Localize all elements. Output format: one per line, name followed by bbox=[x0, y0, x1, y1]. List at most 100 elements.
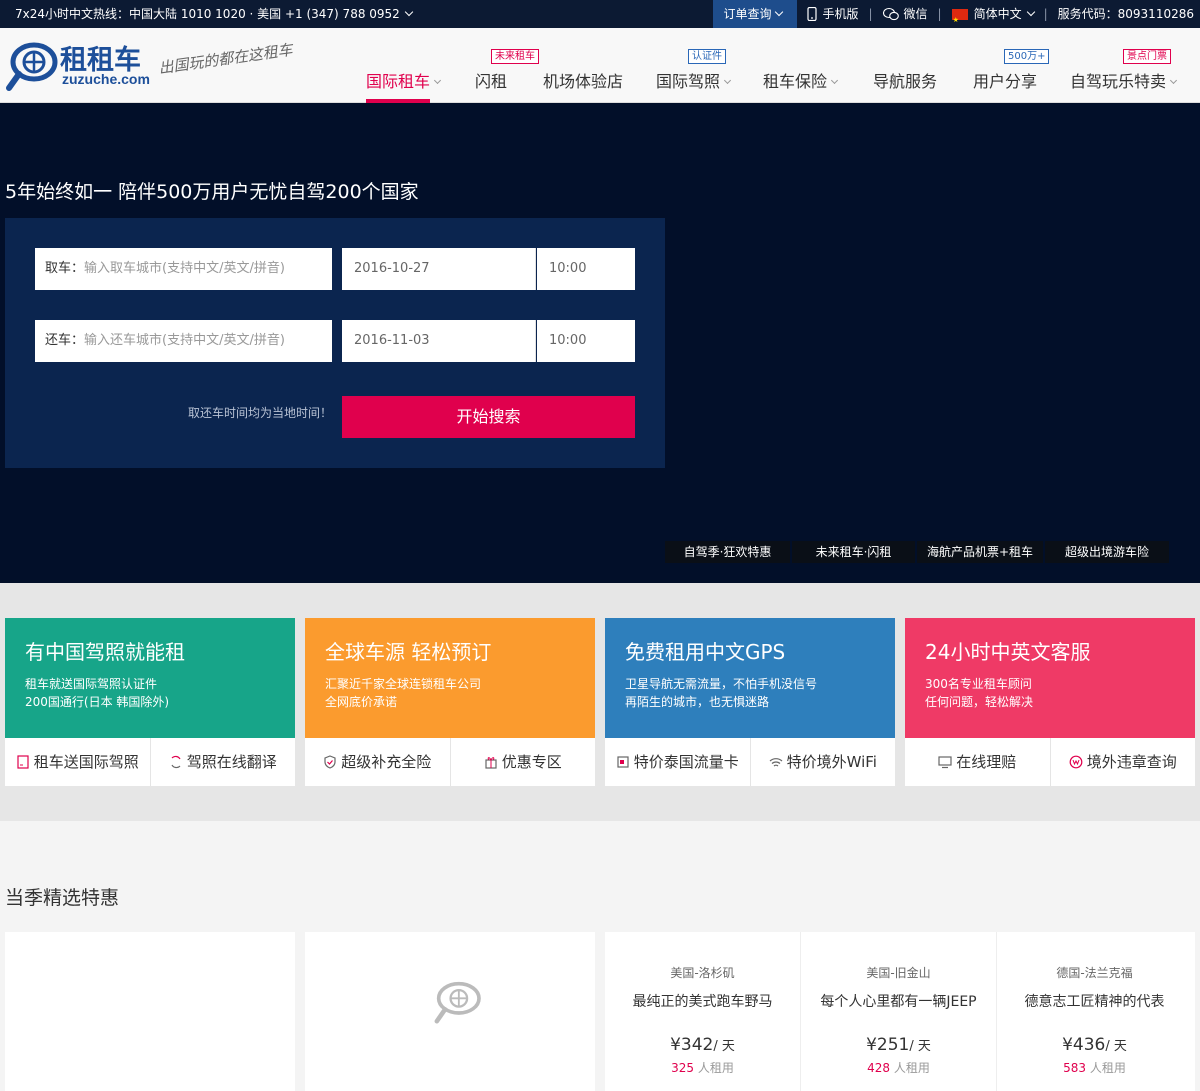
feature-link-wifi[interactable]: 特价境外WiFi bbox=[751, 738, 896, 786]
deal-price-unit: / 天 bbox=[1105, 1039, 1127, 1054]
chevron-down-icon bbox=[433, 76, 442, 85]
return-date-input[interactable]: 2016-11-03 bbox=[342, 320, 536, 362]
hero-slogan: 5年始终如一 陪伴500万用户无忧自驾200个国家 bbox=[5, 181, 419, 203]
nav-user-share[interactable]: 用户分享 bbox=[973, 68, 1037, 92]
nav-tag-future: 未来租车 bbox=[491, 49, 539, 64]
wechat-link[interactable]: 微信 bbox=[873, 0, 938, 28]
pickup-label: 取车： bbox=[45, 261, 85, 276]
nav-rental-insurance[interactable]: 租车保险 bbox=[763, 68, 839, 92]
deal-count-value: 428 bbox=[867, 1061, 891, 1075]
deal-price-value: ¥251 bbox=[866, 1035, 910, 1055]
hotline-dropdown[interactable]: 7x24小时中文热线：中国大陆 1010 1020 · 美国 +1 (347) … bbox=[15, 0, 414, 28]
nav-flash-rental[interactable]: 闪租 bbox=[475, 68, 507, 92]
feature-card-header[interactable]: 免费租用中文GPS 卫星导航无需流量，不怕手机没信号 再陌生的城市，也无惧迷路 bbox=[605, 618, 895, 738]
feature-link-claims[interactable]: 在线理赔 bbox=[905, 738, 1051, 786]
feature-link-label: 租车送国际驾照 bbox=[33, 753, 139, 771]
pickup-city-input[interactable]: 取车：输入取车城市(支持中文/英文/拼音) bbox=[35, 248, 332, 290]
deal-count-suffix: 人租用 bbox=[1086, 1061, 1126, 1075]
nav-airport-store[interactable]: 机场体验店 bbox=[543, 68, 623, 92]
feature-card-header[interactable]: 有中国驾照就能租 租车就送国际驾照认证件 200国通行(日本 韩国除外) bbox=[5, 618, 295, 738]
search-button[interactable]: 开始搜索 bbox=[342, 396, 635, 438]
nav-label: 租车保险 bbox=[763, 72, 828, 91]
feature-link-sim[interactable]: 特价泰国流量卡 bbox=[605, 738, 751, 786]
return-label: 还车： bbox=[45, 333, 85, 348]
pickup-date-value: 2016-10-27 bbox=[354, 261, 430, 276]
wifi-icon bbox=[769, 758, 782, 767]
site-logo[interactable]: 租租车 zuzuche.com 出国玩的都在这租车 bbox=[5, 38, 310, 98]
nav-international-license[interactable]: 国际驾照 bbox=[656, 68, 732, 92]
pickup-time-select[interactable]: 10:00 bbox=[537, 248, 635, 290]
promo-link-insurance[interactable]: 超级出境游车险 bbox=[1045, 541, 1169, 563]
logo-wheel-icon bbox=[6, 42, 58, 91]
nav-international-rental[interactable]: 国际租车 bbox=[366, 68, 442, 92]
feature-desc: 卫星导航无需流量，不怕手机没信号 bbox=[625, 677, 818, 691]
feature-link-label: 驾照在线翻译 bbox=[186, 753, 277, 771]
deal-banner-placeholder[interactable] bbox=[5, 932, 295, 1091]
feature-link-label: 境外违章查询 bbox=[1086, 753, 1177, 771]
deal-count: 428 人租用 bbox=[801, 1059, 996, 1076]
deal-count-suffix: 人租用 bbox=[694, 1061, 734, 1075]
nav-self-drive-deals[interactable]: 自驾玩乐特卖 bbox=[1070, 68, 1178, 92]
deal-price: ¥342/ 天 bbox=[605, 1035, 800, 1055]
wechat-icon bbox=[882, 7, 899, 21]
return-city-input[interactable]: 还车：输入还车城市(支持中文/英文/拼音) bbox=[35, 320, 332, 362]
pickup-date-input[interactable]: 2016-10-27 bbox=[342, 248, 536, 290]
deal-location: 美国-旧金山 bbox=[866, 966, 931, 980]
deal-title: 每个人心里都有一辆JEEP bbox=[820, 994, 977, 1010]
promo-link-self-drive[interactable]: 自驾季·狂欢特惠 bbox=[665, 541, 790, 563]
gift-icon bbox=[485, 757, 497, 769]
feature-link-violation[interactable]: 境外违章查询 bbox=[1051, 738, 1196, 786]
deal-card-san-francisco[interactable]: 美国-旧金山 每个人心里都有一辆JEEP ¥251/ 天 428 人租用 bbox=[801, 932, 996, 1091]
feature-link-label: 超级补充全险 bbox=[341, 753, 432, 771]
hero-banner: 5年始终如一 陪伴500万用户无忧自驾200个国家 取车：输入取车城市(支持中文… bbox=[0, 103, 1200, 583]
nav-navigation-service[interactable]: 导航服务 bbox=[873, 68, 937, 92]
deal-card-los-angeles[interactable]: 美国-洛杉矶 最纯正的美式跑车野马 ¥342/ 天 325 人租用 bbox=[605, 932, 800, 1091]
deal-location: 美国-洛杉矶 bbox=[670, 966, 735, 980]
chevron-down-icon bbox=[404, 7, 414, 17]
promo-link-hna[interactable]: 海航产品机票+租车 bbox=[917, 541, 1043, 563]
deal-count: 583 人租用 bbox=[997, 1059, 1192, 1076]
feature-link-label: 特价泰国流量卡 bbox=[633, 753, 739, 771]
language-select[interactable]: 简体中文 bbox=[942, 0, 1044, 34]
wechat-label: 微信 bbox=[903, 7, 928, 21]
feature-card-header[interactable]: 24小时中英文客服 300名专业租车顾问 任何问题，轻松解决 bbox=[905, 618, 1195, 738]
service-code: 服务代码：8093110286 bbox=[1048, 0, 1200, 28]
promo-links: 自驾季·狂欢特惠 未来租车·闪租 海航产品机票+租车 超级出境游车险 bbox=[665, 541, 1171, 563]
chevron-down-icon bbox=[1169, 76, 1178, 85]
feature-link-discount[interactable]: 优惠专区 bbox=[451, 738, 596, 786]
feature-title: 免费租用中文GPS bbox=[625, 640, 786, 664]
mobile-link[interactable]: 手机版 bbox=[797, 0, 868, 28]
section-title: 当季精选特惠 bbox=[5, 887, 120, 909]
return-time-select[interactable]: 10:00 bbox=[537, 320, 635, 362]
deal-card-frankfurt[interactable]: 德国-法兰克福 德意志工匠精神的代表 ¥436/ 天 583 人租用 bbox=[997, 932, 1192, 1091]
local-time-note: 取还车时间均为当地时间！ bbox=[188, 406, 333, 420]
feature-link-translate[interactable]: 驾照在线翻译 bbox=[151, 738, 296, 786]
feature-desc: 任何问题，轻松解决 bbox=[925, 695, 1034, 709]
main-header: 租租车 zuzuche.com 出国玩的都在这租车 未来租车 认证件 500万+… bbox=[0, 28, 1200, 103]
nav-tag-users: 500万+ bbox=[1004, 49, 1050, 64]
promo-link-flash[interactable]: 未来租车·闪租 bbox=[792, 541, 915, 563]
return-time-value: 10:00 bbox=[549, 333, 587, 348]
order-query-label: 订单查询 bbox=[723, 7, 772, 21]
deal-price-value: ¥436 bbox=[1062, 1035, 1106, 1055]
feature-link-license[interactable]: 租车送国际驾照 bbox=[5, 738, 151, 786]
chevron-down-icon bbox=[775, 7, 784, 17]
deal-title: 德意志工匠精神的代表 bbox=[1024, 994, 1165, 1010]
pickup-time-value: 10:00 bbox=[549, 261, 587, 276]
feature-card-gps: 免费租用中文GPS 卫星导航无需流量，不怕手机没信号 再陌生的城市，也无惧迷路 特… bbox=[605, 618, 895, 786]
logo-domain: zuzuche.com bbox=[62, 71, 150, 87]
deal-image-placeholder[interactable] bbox=[305, 932, 595, 1091]
deal-price: ¥251/ 天 bbox=[801, 1035, 996, 1055]
logo-slogan: 出国玩的都在这租车 bbox=[157, 40, 294, 78]
deal-list: 美国-洛杉矶 最纯正的美式跑车野马 ¥342/ 天 325 人租用 美国-旧金山… bbox=[605, 932, 1195, 1091]
top-bar: 7x24小时中文热线：中国大陆 1010 1020 · 美国 +1 (347) … bbox=[0, 0, 1200, 34]
monitor-icon bbox=[938, 756, 952, 769]
deal-price-value: ¥342 bbox=[670, 1035, 714, 1055]
order-query-button[interactable]: 订单查询 bbox=[713, 0, 798, 28]
hotline-text: 7x24小时中文热线：中国大陆 1010 1020 · 美国 +1 (347) … bbox=[15, 7, 400, 21]
feature-link-label: 在线理赔 bbox=[956, 753, 1017, 771]
feature-desc: 租车就送国际驾照认证件 bbox=[25, 677, 158, 691]
feature-link-insurance[interactable]: 超级补充全险 bbox=[305, 738, 451, 786]
feature-card-header[interactable]: 全球车源 轻松预订 汇聚近千家全球连锁租车公司 全网底价承诺 bbox=[305, 618, 595, 738]
feature-title: 全球车源 轻松预订 bbox=[325, 640, 492, 664]
